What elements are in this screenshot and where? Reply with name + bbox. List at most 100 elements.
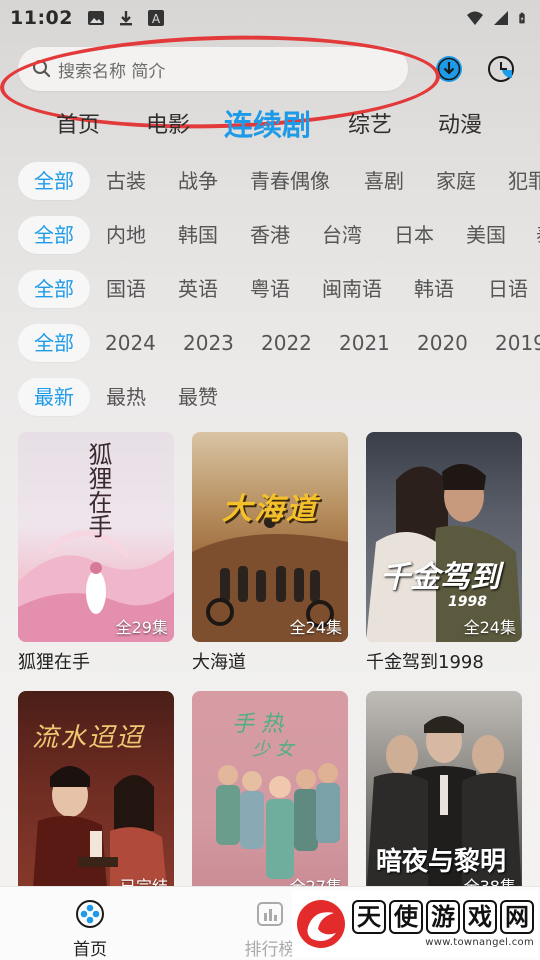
- filter-region-item[interactable]: 泰: [536, 216, 540, 254]
- watermark-char: 戏: [463, 900, 497, 934]
- sort-latest[interactable]: 最新: [18, 378, 90, 416]
- poster-art: [366, 463, 522, 642]
- filter-year-item[interactable]: 2024: [105, 324, 156, 362]
- download-button[interactable]: [434, 54, 464, 84]
- signal-icon: [494, 11, 508, 25]
- series-title: 大海道: [192, 652, 246, 673]
- history-button[interactable]: [486, 54, 516, 84]
- home-gamepad-icon: [76, 900, 104, 928]
- poster-title-text: 狐狸在手: [84, 442, 112, 538]
- status-time: 11:02: [10, 7, 73, 29]
- series-card[interactable]: 暗夜与黎明 全38集: [366, 691, 522, 901]
- nav-home-label: 首页: [73, 940, 107, 960]
- svg-text:少 女: 少 女: [252, 739, 296, 760]
- gallery-icon: [87, 11, 104, 25]
- filter-language-item[interactable]: 日语: [488, 270, 528, 308]
- filter-year-item[interactable]: 2020: [417, 324, 468, 362]
- poster: 大海道 全24集: [192, 432, 348, 642]
- series-card[interactable]: 流水迢迢 已完结: [18, 691, 174, 901]
- episode-badge: 全24集: [289, 618, 342, 637]
- ranking-chart-icon: [257, 902, 283, 926]
- filter-year-item[interactable]: 2021: [339, 324, 390, 362]
- tab-home[interactable]: 首页: [56, 100, 100, 146]
- filter-region-item[interactable]: 日本: [394, 216, 434, 254]
- filter-region-item[interactable]: 韩国: [178, 216, 218, 254]
- search-icon: [33, 60, 51, 78]
- app-a-icon: A: [147, 10, 164, 26]
- tab-variety[interactable]: 综艺: [348, 100, 392, 146]
- episode-badge: 全29集: [115, 618, 168, 637]
- filter-language-all[interactable]: 全部: [18, 270, 90, 308]
- filter-language-item[interactable]: 闽南语: [322, 270, 382, 308]
- site-watermark: 天 使 游 戏 网 www.townangel.com: [292, 890, 538, 958]
- filter-region-item[interactable]: 香港: [250, 216, 290, 254]
- download-circle-icon: [436, 56, 462, 82]
- series-card[interactable]: 大海道 全24集 大海道: [192, 432, 348, 674]
- filter-genre-row: 全部 古装 战争 青春偶像 喜剧 家庭 犯罪: [0, 162, 540, 202]
- series-title: 千金驾到1998: [366, 652, 484, 673]
- filter-genre-all[interactable]: 全部: [18, 162, 90, 200]
- search-row: 搜索名称 简介: [18, 46, 528, 92]
- poster: 狐狸在手 全29集: [18, 432, 174, 642]
- filter-year-item[interactable]: 2023: [183, 324, 234, 362]
- filter-region-row: 全部 内地 韩国 香港 台湾 日本 美国 泰: [0, 216, 540, 256]
- filter-language-item[interactable]: 粤语: [250, 270, 290, 308]
- series-card[interactable]: 狐狸在手 全29集 狐狸在手: [18, 432, 174, 674]
- series-card[interactable]: 千金驾到 1998 全24集 千金驾到1998: [366, 432, 522, 674]
- filter-genre-item[interactable]: 家庭: [436, 162, 476, 200]
- sort-most-liked[interactable]: 最赞: [178, 378, 218, 416]
- watermark-logo-icon: [297, 900, 345, 948]
- history-clock-icon: [488, 56, 514, 82]
- poster-art: [192, 516, 348, 642]
- battery-icon: [519, 12, 525, 24]
- poster: 流水迢迢 已完结: [18, 691, 174, 901]
- filter-year-item[interactable]: 2022: [261, 324, 312, 362]
- filter-language-row: 全部 国语 英语 粤语 闽南语 韩语 日语: [0, 270, 540, 310]
- filter-genre-item[interactable]: 喜剧: [364, 162, 404, 200]
- wifi-icon: [467, 11, 483, 25]
- tab-movies[interactable]: 电影: [146, 100, 190, 146]
- watermark-char: 天: [352, 900, 386, 934]
- filter-genre-item[interactable]: 古装: [106, 162, 146, 200]
- filter-region-item[interactable]: 美国: [466, 216, 506, 254]
- watermark-text: 天 使 游 戏 网 www.townangel.com: [352, 900, 534, 948]
- poster: 千金驾到 1998 全24集: [366, 432, 522, 642]
- filter-region-item[interactable]: 台湾: [322, 216, 362, 254]
- search-placeholder: 搜索名称 简介: [58, 61, 166, 82]
- download-icon: [119, 11, 132, 26]
- filter-year-all[interactable]: 全部: [18, 324, 90, 362]
- poster-title-text: 流水迢迢: [32, 723, 145, 753]
- watermark-char: 游: [426, 900, 460, 934]
- status-bar: 11:02 A: [0, 0, 540, 36]
- sort-row: 最新 最热 最赞: [0, 378, 540, 418]
- poster-year-text: 1998: [448, 594, 487, 610]
- tab-anime[interactable]: 动漫: [438, 100, 482, 146]
- filter-language-item[interactable]: 韩语: [414, 270, 454, 308]
- filter-genre-item[interactable]: 犯罪: [508, 162, 540, 200]
- series-card[interactable]: 手 热 少 女 全27集: [192, 691, 348, 901]
- poster: 暗夜与黎明 全38集: [366, 691, 522, 901]
- tab-series[interactable]: 连续剧: [224, 100, 311, 146]
- filter-year-row: 全部 2024 2023 2022 2021 2020 2019: [0, 324, 540, 364]
- search-input[interactable]: 搜索名称 简介: [18, 47, 408, 91]
- nav-home[interactable]: 首页: [50, 899, 130, 960]
- filter-language-item[interactable]: 国语: [106, 270, 146, 308]
- watermark-char: 网: [500, 900, 534, 934]
- filter-region-item[interactable]: 内地: [106, 216, 146, 254]
- sort-hottest[interactable]: 最热: [106, 378, 146, 416]
- watermark-char: 使: [389, 900, 423, 934]
- svg-text:手 热: 手 热: [232, 712, 285, 737]
- episode-badge: 全24集: [463, 618, 516, 637]
- watermark-url: www.townangel.com: [425, 937, 534, 948]
- svg-text:A: A: [152, 12, 161, 26]
- filter-region-all[interactable]: 全部: [18, 216, 90, 254]
- main-tabs: 首页 电影 连续剧 综艺 动漫: [0, 100, 540, 146]
- filter-genre-item[interactable]: 青春偶像: [250, 162, 330, 200]
- poster: 手 热 少 女 全27集: [192, 691, 348, 901]
- filter-language-item[interactable]: 英语: [178, 270, 218, 308]
- poster-title-text: 大海道: [222, 492, 318, 527]
- filter-year-item[interactable]: 2019: [495, 324, 540, 362]
- poster-title-text: 千金驾到: [380, 560, 500, 595]
- series-title: 狐狸在手: [18, 652, 90, 673]
- filter-genre-item[interactable]: 战争: [178, 162, 218, 200]
